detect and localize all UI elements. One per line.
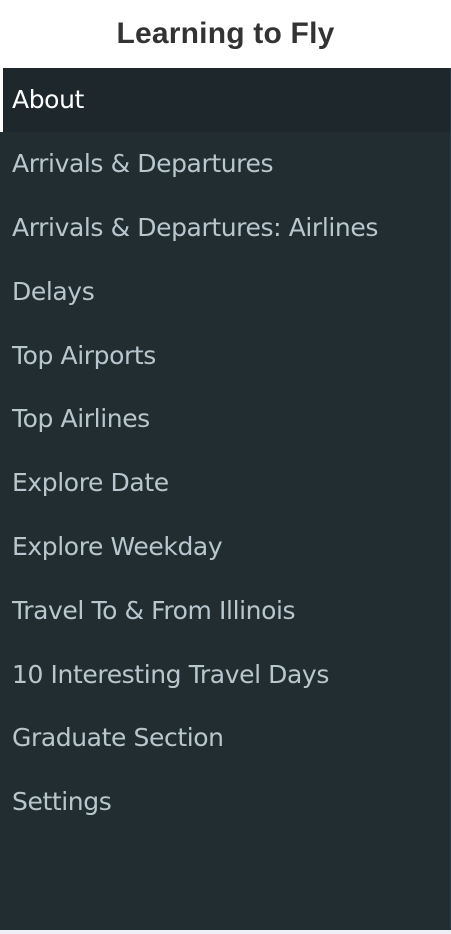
sidebar-item-settings[interactable]: Settings: [0, 770, 451, 834]
sidebar-item-about[interactable]: About: [0, 68, 451, 132]
bottom-strip: [0, 930, 451, 934]
app-title: Learning to Fly: [116, 17, 335, 50]
sidebar-item-top-airports[interactable]: Top Airports: [0, 323, 451, 387]
sidebar-item-delays[interactable]: Delays: [0, 259, 451, 323]
app-header: Learning to Fly: [0, 0, 451, 68]
sidebar-menu: About Arrivals & Departures Arrivals & D…: [0, 68, 451, 930]
sidebar-item-top-airlines[interactable]: Top Airlines: [0, 387, 451, 451]
sidebar-item-arrivals-departures-airlines[interactable]: Arrivals & Departures: Airlines: [0, 196, 451, 260]
menu-list: About Arrivals & Departures Arrivals & D…: [0, 68, 451, 834]
app-frame: Learning to Fly About Arrivals & Departu…: [0, 0, 451, 934]
sidebar-item-explore-date[interactable]: Explore Date: [0, 451, 451, 515]
sidebar-item-explore-weekday[interactable]: Explore Weekday: [0, 515, 451, 579]
sidebar-item-arrivals-departures[interactable]: Arrivals & Departures: [0, 132, 451, 196]
sidebar-item-graduate-section[interactable]: Graduate Section: [0, 706, 451, 770]
sidebar-item-interesting-travel-days[interactable]: 10 Interesting Travel Days: [0, 642, 451, 706]
sidebar-item-travel-illinois[interactable]: Travel To & From Illinois: [0, 578, 451, 642]
